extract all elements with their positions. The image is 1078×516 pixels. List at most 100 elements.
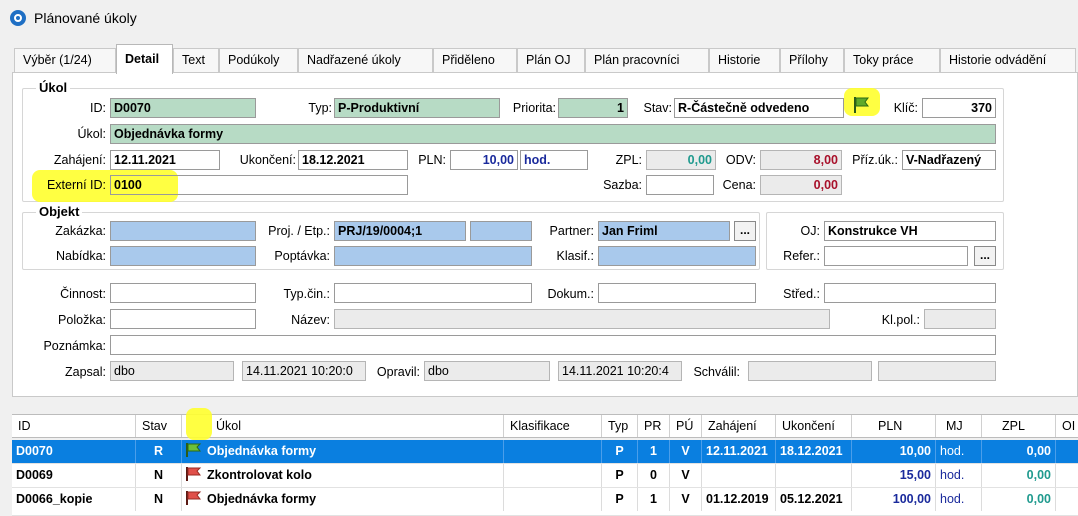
tab-vyber[interactable]: Výběr (1/24) bbox=[14, 48, 116, 72]
zahajeni-label: Zahájení: bbox=[53, 153, 106, 167]
dokum-field[interactable] bbox=[598, 283, 756, 303]
ukol-group-title: Úkol bbox=[36, 80, 71, 95]
cell-pln: 100,00 bbox=[852, 488, 936, 511]
red-flag-icon bbox=[186, 491, 202, 505]
tab-nadrazene-ukoly[interactable]: Nadřazené úkoly bbox=[298, 48, 433, 72]
poptavka-field[interactable] bbox=[334, 246, 532, 266]
id-field[interactable]: D0070 bbox=[110, 98, 256, 118]
tab-detail[interactable]: Detail bbox=[116, 44, 173, 74]
ukonceni-field[interactable]: 18.12.2021 bbox=[298, 150, 408, 170]
cell-id: D0069 bbox=[12, 464, 136, 487]
schvalil-field bbox=[748, 361, 872, 381]
cell-mj: hod. bbox=[936, 488, 982, 511]
sazba-label: Sazba: bbox=[603, 178, 642, 192]
cell-ukol-text: Zkontrolovat kolo bbox=[207, 468, 312, 482]
table-row[interactable]: D0066_kopie N Objednávka formy P 1 V 01.… bbox=[12, 488, 1078, 516]
tab-toky-prace[interactable]: Toky práce bbox=[844, 48, 940, 72]
nabidka-field[interactable] bbox=[110, 246, 256, 266]
cell-klasifikace bbox=[504, 488, 602, 511]
nazev-field bbox=[334, 309, 830, 329]
col-header-zpl[interactable]: ZPL bbox=[982, 415, 1056, 437]
cell-ukol-text: Objednávka formy bbox=[207, 444, 317, 458]
stred-field[interactable] bbox=[824, 283, 996, 303]
priz-uk-label: Příz.úk.: bbox=[852, 153, 898, 167]
cinnost-label: Činnost: bbox=[60, 287, 106, 301]
col-header-stav[interactable]: Stav bbox=[136, 415, 182, 437]
priorita-field[interactable]: 1 bbox=[558, 98, 628, 118]
oj-field[interactable]: Konstrukce VH bbox=[824, 221, 996, 241]
cell-pu: V bbox=[670, 464, 702, 487]
tab-prilohy[interactable]: Přílohy bbox=[780, 48, 844, 72]
typ-field[interactable]: P-Produktivní bbox=[334, 98, 500, 118]
col-header-ukonceni[interactable]: Ukončení bbox=[776, 415, 852, 437]
col-header-oi[interactable]: OI bbox=[1056, 415, 1078, 437]
opravil-label: Opravil: bbox=[376, 365, 420, 379]
cell-zpl: 0,00 bbox=[982, 464, 1056, 487]
pln-unit-field[interactable]: hod. bbox=[520, 150, 588, 170]
cinnost-field[interactable] bbox=[110, 283, 256, 303]
tab-historie[interactable]: Historie bbox=[709, 48, 780, 72]
odv-field: 8,00 bbox=[760, 150, 842, 170]
priz-uk-field[interactable]: V-Nadřazený bbox=[902, 150, 996, 170]
ukol-name-field[interactable]: Objednávka formy bbox=[110, 124, 996, 144]
poznamka-label: Poznámka: bbox=[43, 339, 106, 353]
partner-lookup-button[interactable]: ... bbox=[734, 221, 756, 241]
poznamka-field[interactable] bbox=[110, 335, 996, 355]
col-header-klasifikace[interactable]: Klasifikace bbox=[504, 415, 602, 437]
zapsal-label: Zapsal: bbox=[65, 365, 106, 379]
stav-label: Stav: bbox=[643, 101, 673, 115]
col-header-pr[interactable]: PR bbox=[638, 415, 670, 437]
zakazka-field[interactable] bbox=[110, 221, 256, 241]
schvalil-date-field bbox=[878, 361, 996, 381]
col-header-id[interactable]: ID bbox=[12, 415, 136, 437]
tab-prideleno[interactable]: Přiděleno bbox=[433, 48, 517, 72]
cena-label: Cena: bbox=[722, 178, 756, 192]
pln-field[interactable]: 10,00 bbox=[450, 150, 518, 170]
col-header-zahajeni[interactable]: Zahájení bbox=[702, 415, 776, 437]
table-row[interactable]: D0069 N Zkontrolovat kolo P 0 V 15,00 ho… bbox=[12, 464, 1078, 488]
typ-label: Typ: bbox=[308, 101, 332, 115]
red-flag-icon bbox=[186, 467, 202, 481]
cena-field: 0,00 bbox=[760, 175, 842, 195]
zahajeni-field[interactable]: 12.11.2021 bbox=[110, 150, 220, 170]
klic-field[interactable]: 370 bbox=[922, 98, 996, 118]
tab-podukoly[interactable]: Podúkoly bbox=[219, 48, 298, 72]
tab-plan-oj[interactable]: Plán OJ bbox=[517, 48, 585, 72]
refer-field[interactable] bbox=[824, 246, 968, 266]
stav-field[interactable]: R-Částečně odvedeno bbox=[674, 98, 844, 118]
cell-typ: P bbox=[602, 488, 638, 511]
externi-id-label: Externí ID: bbox=[46, 178, 106, 192]
proj-etp-label: Proj. / Etp.: bbox=[268, 224, 330, 238]
tab-historie-odvadeni[interactable]: Historie odvádění bbox=[940, 48, 1076, 72]
ukol-label: Úkol: bbox=[77, 127, 106, 141]
refer-lookup-button[interactable]: ... bbox=[974, 246, 996, 266]
col-header-mj[interactable]: MJ bbox=[936, 415, 982, 437]
cell-ukonceni: 05.12.2021 bbox=[776, 488, 852, 511]
typ-cin-field[interactable] bbox=[334, 283, 532, 303]
tab-text[interactable]: Text bbox=[173, 48, 219, 72]
polozka-label: Položka: bbox=[58, 313, 106, 327]
col-header-pu[interactable]: PÚ bbox=[670, 415, 702, 437]
externi-id-field[interactable]: 0100 bbox=[110, 175, 408, 195]
tab-plan-pracovnici[interactable]: Plán pracovníci bbox=[585, 48, 709, 72]
col-header-typ[interactable]: Typ bbox=[602, 415, 638, 437]
cell-ukol: Objednávka formy bbox=[182, 488, 504, 511]
sazba-field[interactable] bbox=[646, 175, 714, 195]
polozka-field[interactable] bbox=[110, 309, 256, 329]
green-flag-icon bbox=[186, 443, 202, 457]
etp-field[interactable] bbox=[470, 221, 532, 241]
col-header-pln[interactable]: PLN bbox=[852, 415, 936, 437]
dokum-label: Dokum.: bbox=[547, 287, 594, 301]
proj-field[interactable]: PRJ/19/0004;1 bbox=[334, 221, 466, 241]
kl-pol-field bbox=[924, 309, 996, 329]
cell-klasifikace bbox=[504, 440, 602, 463]
klasif-field[interactable] bbox=[598, 246, 756, 266]
col-header-ukol[interactable]: Úkol bbox=[182, 415, 504, 437]
klic-label: Klíč: bbox=[893, 101, 918, 115]
partner-field[interactable]: Jan Friml bbox=[598, 221, 730, 241]
cell-stav: N bbox=[136, 464, 182, 487]
title-bar bbox=[0, 0, 1078, 38]
cell-ukonceni: 18.12.2021 bbox=[776, 440, 852, 463]
zapsal-field: dbo bbox=[110, 361, 234, 381]
table-row[interactable]: D0070 R Objednávka formy P 1 V 12.11.202… bbox=[12, 440, 1078, 464]
